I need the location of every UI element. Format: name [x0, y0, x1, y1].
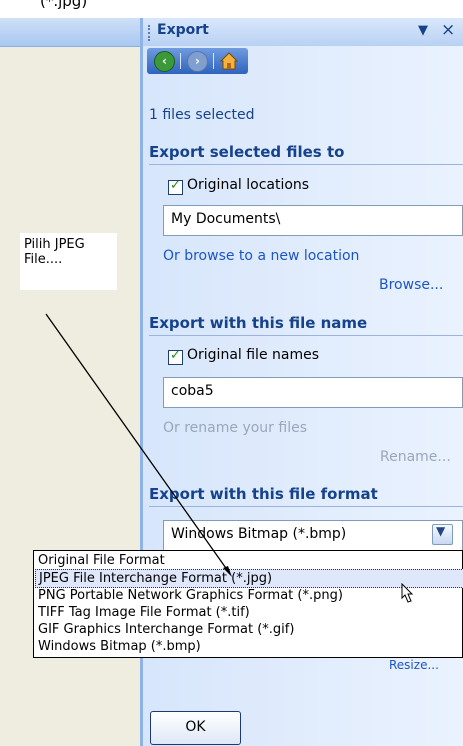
mouse-cursor-icon — [401, 582, 414, 603]
